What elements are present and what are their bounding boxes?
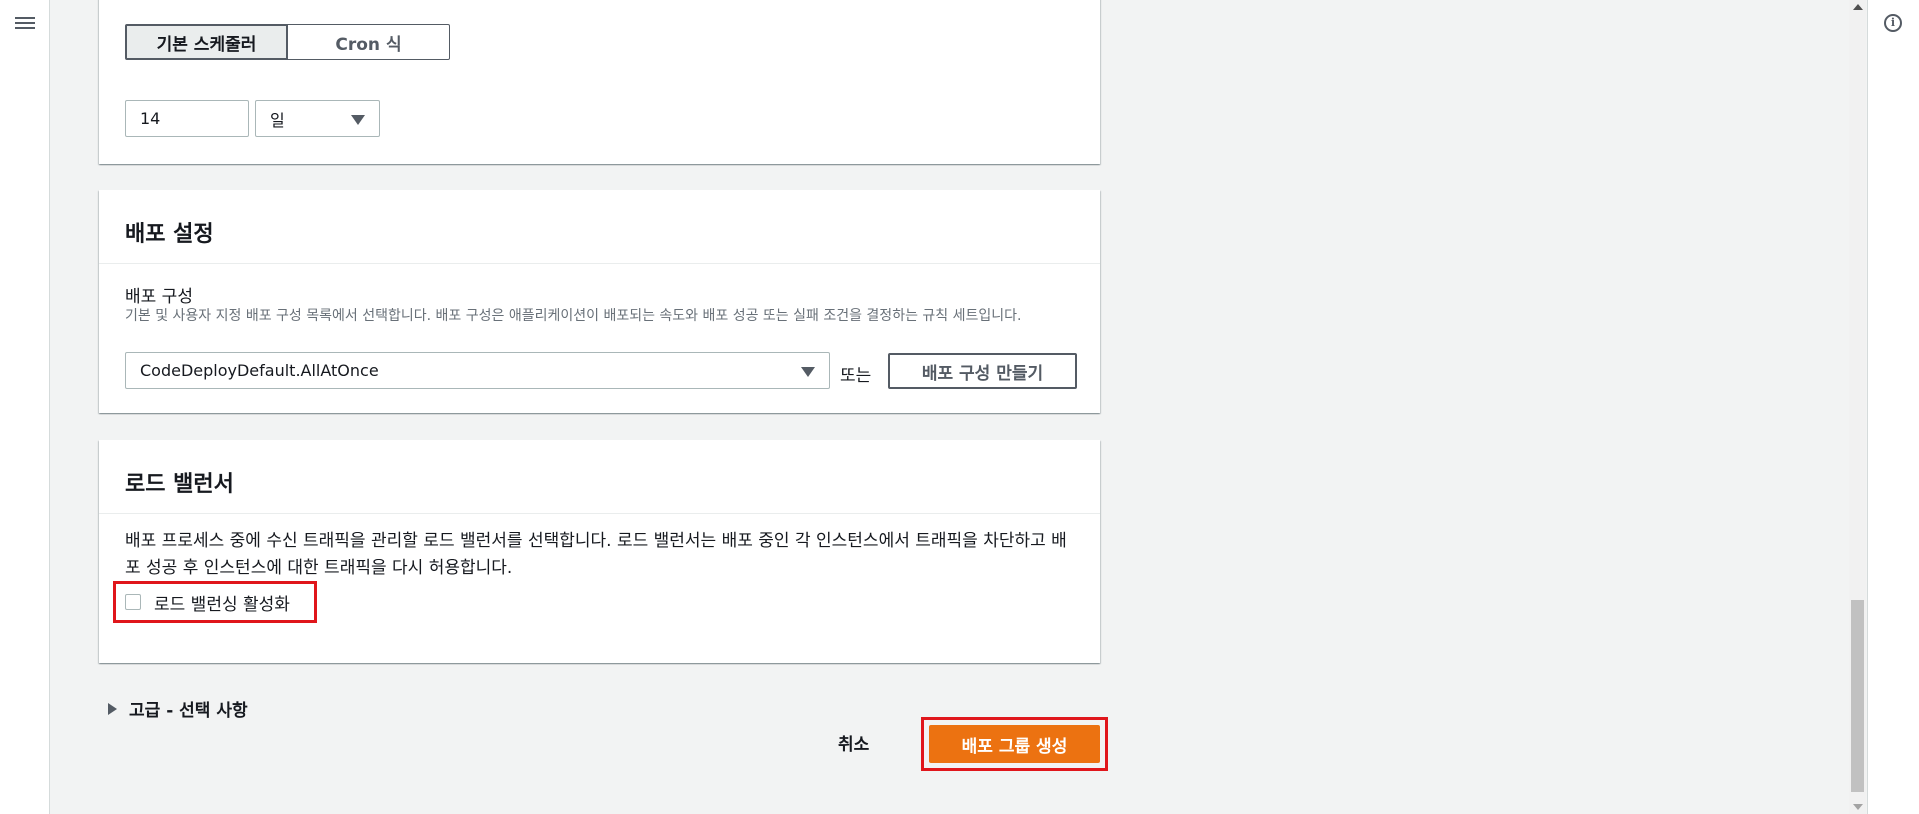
create-deployment-group-button[interactable]: 배포 그룹 생성 [929, 725, 1100, 763]
caret-right-icon [108, 702, 117, 715]
interval-unit-value: 일 [270, 110, 285, 130]
left-nav-rail [0, 0, 50, 814]
deployment-settings-title: 배포 설정 [125, 222, 214, 247]
deployment-config-select[interactable]: CodeDeployDefault.AllAtOnce [125, 352, 830, 389]
interval-value-input[interactable]: 14 [125, 100, 249, 137]
deployment-settings-header: 배포 설정 [99, 190, 1100, 264]
interval-unit-select[interactable]: 일 [255, 100, 380, 137]
hamburger-menu-icon[interactable] [15, 14, 35, 34]
advanced-optional-expander[interactable]: 고급 - 선택 사항 [108, 696, 248, 721]
info-icon[interactable]: i [1884, 14, 1902, 32]
schedule-type-toggle: 기본 스케줄러 Cron 식 [125, 24, 450, 60]
or-text: 또는 [840, 366, 872, 386]
load-balancer-header: 로드 밸런서 [99, 440, 1100, 514]
checkbox-box[interactable] [125, 594, 141, 610]
create-deployment-config-button[interactable]: 배포 구성 만들기 [888, 353, 1077, 389]
load-balancer-title: 로드 밸런서 [125, 472, 234, 497]
load-balancer-panel: 로드 밸런서 배포 프로세스 중에 수신 트래픽을 관리할 로드 밸런서를 선택… [99, 440, 1100, 663]
enable-load-balancing-label: 로드 밸런싱 활성화 [154, 594, 290, 615]
tab-basic-scheduler[interactable]: 기본 스케줄러 [125, 24, 288, 60]
advanced-optional-label: 고급 - 선택 사항 [129, 701, 248, 721]
deployment-config-description: 기본 및 사용자 지정 배포 구성 목록에서 선택합니다. 배포 구성은 애플리… [125, 308, 1022, 324]
scroll-up-arrow-icon[interactable] [1853, 4, 1863, 10]
chevron-down-icon [801, 367, 815, 377]
chevron-down-icon [351, 115, 365, 125]
scroll-down-arrow-icon[interactable] [1853, 804, 1863, 810]
enable-load-balancing-checkbox[interactable]: 로드 밸런싱 활성화 [113, 581, 317, 623]
cancel-button[interactable]: 취소 [838, 730, 869, 755]
tab-cron-expression[interactable]: Cron 식 [288, 24, 450, 60]
page-scrollbar[interactable] [1849, 0, 1866, 814]
schedule-panel: 기본 스케줄러 Cron 식 14 일 [99, 0, 1100, 164]
create-deployment-group-highlight: 배포 그룹 생성 [921, 717, 1108, 771]
load-balancer-description: 배포 프로세스 중에 수신 트래픽을 관리할 로드 밸런서를 선택합니다. 로드… [125, 531, 1067, 578]
deployment-config-value: CodeDeployDefault.AllAtOnce [140, 361, 379, 380]
right-tools-panel: i [1867, 0, 1919, 814]
deployment-settings-panel: 배포 설정 배포 구성 기본 및 사용자 지정 배포 구성 목록에서 선택합니다… [99, 190, 1100, 413]
deployment-config-label: 배포 구성 [125, 287, 193, 307]
scrollbar-thumb[interactable] [1851, 600, 1864, 792]
